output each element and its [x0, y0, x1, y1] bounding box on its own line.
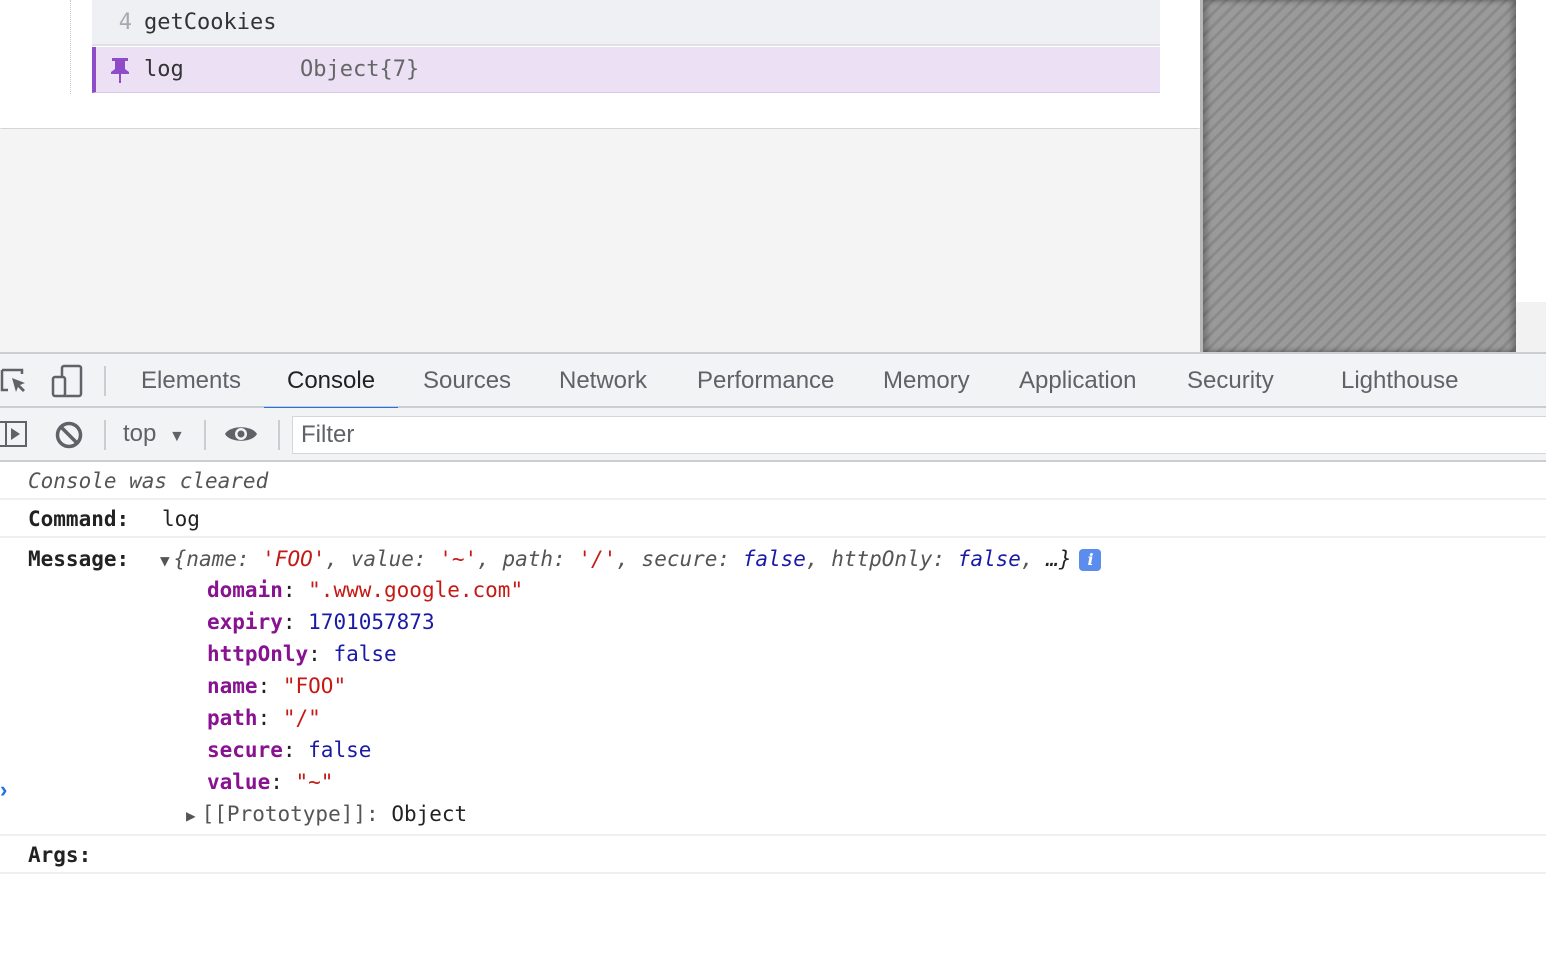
property-value: "/": [282, 706, 321, 730]
message-label: Message:: [28, 547, 130, 571]
preview-value: false: [957, 547, 1021, 571]
tab-network[interactable]: Network: [536, 354, 670, 408]
property-row: domain: ".www.google.com": [207, 578, 524, 602]
preview-key: secure: [641, 547, 718, 571]
property-key: path: [207, 706, 258, 730]
list-item[interactable]: 4 getCookies: [92, 0, 1160, 46]
expand-triangle-icon[interactable]: ▶: [186, 806, 196, 825]
divider: [204, 420, 206, 450]
property-value: "~": [295, 770, 334, 794]
console-toolbar: top ▼ Filter: [0, 408, 1546, 462]
row-name: log: [144, 57, 184, 82]
property-row: expiry: 1701057873: [207, 610, 435, 634]
row-name: getCookies: [144, 9, 277, 35]
tab-performance[interactable]: Performance: [674, 354, 857, 408]
property-row: path: "/": [207, 706, 321, 730]
property-key: name: [207, 674, 258, 698]
brace-open: {: [173, 547, 187, 571]
pin-icon[interactable]: [96, 56, 144, 84]
tab-application[interactable]: Application: [996, 354, 1159, 408]
preview-key: name: [186, 547, 237, 571]
command-label: Command:: [28, 507, 130, 531]
property-value: false: [308, 738, 372, 762]
preview-key: httpOnly: [831, 547, 933, 571]
live-expression-icon[interactable]: [224, 422, 258, 451]
property-row: name: "FOO": [207, 674, 347, 698]
console-prompt[interactable]: ›: [0, 772, 7, 808]
property-value: 1701057873: [308, 610, 435, 634]
preview-value: 'FOO': [262, 547, 326, 571]
indent-guide: [70, 0, 71, 94]
property-key: expiry: [207, 610, 283, 634]
property-value: "FOO": [282, 674, 347, 698]
preview-key: value: [350, 547, 414, 571]
prototype-key: [[Prototype]]: [201, 802, 367, 826]
tab-memory[interactable]: Memory: [860, 354, 993, 408]
tab-lighthouse[interactable]: Lighthouse: [1318, 354, 1481, 408]
show-sidebar-icon[interactable]: [0, 420, 28, 453]
row-index: 4: [118, 9, 132, 35]
property-value: ".www.google.com": [308, 578, 524, 602]
page-background: [0, 129, 1200, 352]
tab-elements[interactable]: Elements: [118, 354, 264, 408]
property-key: httpOnly: [207, 642, 309, 666]
divider: [104, 420, 106, 450]
property-key: value: [207, 770, 271, 794]
dropdown-arrow-icon: ▼: [169, 428, 185, 445]
prototype-row[interactable]: ▶ [[Prototype]]: Object: [186, 798, 467, 830]
tab-sources[interactable]: Sources: [400, 354, 534, 408]
device-toolbar-icon[interactable]: [50, 364, 84, 403]
property-row: httpOnly: false: [207, 642, 397, 666]
preview-ellipsis: …}: [1046, 547, 1072, 571]
divider: [104, 366, 106, 396]
command-row: Command: log: [0, 500, 1546, 538]
device-frame-hatched: [1200, 0, 1516, 352]
info-icon[interactable]: i: [1079, 549, 1102, 571]
collapse-triangle-icon[interactable]: ▼: [160, 551, 170, 570]
prototype-value: Object: [391, 802, 468, 826]
divider: [278, 420, 280, 450]
property-row: value: "~": [207, 770, 334, 794]
property-key: secure: [207, 738, 283, 762]
devtools-panel: Elements Console Sources Network Perform…: [0, 352, 1546, 954]
args-row: Args:: [0, 836, 1546, 874]
context-selector[interactable]: top ▼: [123, 408, 185, 460]
property-value: false: [333, 642, 397, 666]
prompt-chevron-icon: ›: [0, 777, 8, 802]
tab-security[interactable]: Security: [1164, 354, 1297, 408]
args-label: Args:: [28, 843, 92, 867]
console-cleared-message: Console was cleared: [0, 462, 1546, 500]
page-content: 4 getCookies log Object{7}: [0, 0, 1200, 128]
property-row: secure: false: [207, 738, 372, 762]
command-value: log: [162, 507, 200, 531]
preview-key: path: [502, 547, 554, 571]
tab-console[interactable]: Console: [264, 354, 399, 410]
devtools-tabbar: Elements Console Sources Network Perform…: [0, 352, 1546, 410]
preview-value: '~': [439, 547, 478, 571]
page-edge: [1516, 302, 1546, 352]
preview-value: '/': [578, 547, 617, 571]
property-key: domain: [207, 578, 283, 602]
inspect-element-icon[interactable]: [0, 366, 30, 401]
clear-console-icon[interactable]: [54, 420, 84, 455]
page-viewport: 4 getCookies log Object{7}: [0, 0, 1546, 352]
list-item-pinned[interactable]: log Object{7}: [92, 47, 1160, 93]
context-value: top: [123, 420, 157, 447]
console-output: Console was cleared Command: log Message:…: [0, 462, 1546, 874]
row-value: Object{7}: [300, 57, 420, 82]
preview-value: false: [742, 547, 806, 571]
message-row: Message: ▼ {name: 'FOO', value: '~', path…: [0, 538, 1546, 836]
filter-input[interactable]: Filter: [292, 416, 1546, 454]
